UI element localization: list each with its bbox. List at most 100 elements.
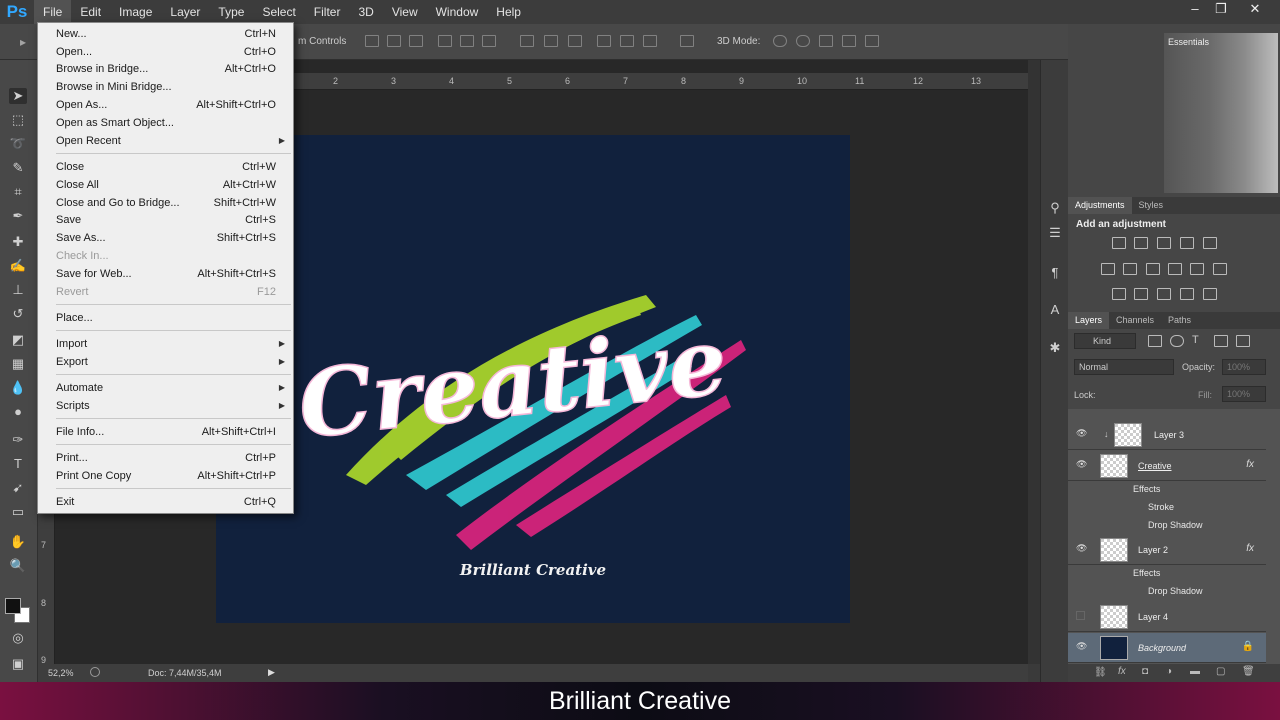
3d-slide-icon[interactable]: [842, 35, 856, 47]
channel-mixer-icon[interactable]: [1190, 263, 1204, 275]
type-tool-icon[interactable]: T: [9, 456, 27, 472]
menu-item-export[interactable]: Export ▶: [38, 353, 293, 371]
visibility-eye-icon[interactable]: 👁: [1076, 429, 1087, 438]
canvas-vertical-scrollbar[interactable]: [1028, 60, 1040, 664]
paragraph-panel-icon[interactable]: ¶: [1046, 265, 1064, 281]
move-tool-preset-icon[interactable]: ▸: [20, 35, 34, 49]
crop-tool-icon[interactable]: ⌗: [9, 184, 27, 200]
menu-item-import[interactable]: Import ▶: [38, 335, 293, 353]
tab-layers[interactable]: Layers: [1068, 312, 1110, 329]
marquee-tool-icon[interactable]: ⬚: [9, 112, 27, 128]
menu-window[interactable]: Window: [427, 0, 488, 24]
distribute-left-icon[interactable]: [597, 35, 611, 47]
blend-mode-select[interactable]: Normal: [1074, 359, 1174, 375]
delete-layer-icon[interactable]: 🗑: [1242, 666, 1255, 677]
layer-effects-badge[interactable]: fx: [1246, 543, 1254, 554]
menu-item-close-go-bridge[interactable]: Close and Go to Bridge... Shift+Ctrl+W: [38, 194, 293, 212]
layer-row-selected[interactable]: 👁 Background 🔒: [1068, 633, 1266, 663]
menu-item-place[interactable]: Place...: [38, 309, 293, 327]
add-style-icon[interactable]: fx: [1118, 666, 1126, 677]
layer-row[interactable]: 👁 ↓ Layer 3: [1068, 420, 1266, 450]
menu-item-automate[interactable]: Automate ▶: [38, 379, 293, 397]
add-mask-icon[interactable]: ◘: [1142, 666, 1148, 677]
filter-type-icon[interactable]: T: [1192, 335, 1206, 347]
photo-filter-icon[interactable]: [1168, 263, 1182, 275]
layer-row[interactable]: 👁 Layer 2 fx: [1068, 535, 1266, 565]
menu-item-scripts[interactable]: Scripts ▶: [38, 397, 293, 415]
new-layer-icon[interactable]: ▢: [1216, 666, 1225, 677]
new-adjustment-icon[interactable]: ◑: [1166, 666, 1172, 677]
layer-name[interactable]: Background: [1138, 643, 1186, 653]
menu-item-browse-mini-bridge[interactable]: Browse in Mini Bridge...: [38, 78, 293, 96]
visibility-toggle-empty[interactable]: [1076, 611, 1085, 620]
tab-styles[interactable]: Styles: [1132, 197, 1171, 214]
menu-edit[interactable]: Edit: [71, 0, 110, 24]
layer-name[interactable]: Layer 4: [1138, 612, 1168, 622]
hand-tool-icon[interactable]: ✋: [9, 534, 27, 550]
align-top-icon[interactable]: [365, 35, 379, 47]
exposure-icon[interactable]: [1180, 237, 1194, 249]
threshold-icon[interactable]: [1157, 288, 1171, 300]
3d-rotate-icon[interactable]: [773, 35, 787, 47]
3d-scale-icon[interactable]: [865, 35, 879, 47]
tab-paths[interactable]: Paths: [1161, 312, 1198, 329]
menu-item-new[interactable]: New... Ctrl+N: [38, 25, 293, 43]
foreground-color-swatch[interactable]: [5, 598, 21, 614]
menu-item-exit[interactable]: Exit Ctrl+Q: [38, 493, 293, 511]
menu-item-open-as[interactable]: Open As... Alt+Shift+Ctrl+O: [38, 96, 293, 114]
menu-type[interactable]: Type: [209, 0, 253, 24]
menu-item-print[interactable]: Print... Ctrl+P: [38, 449, 293, 467]
brightness-contrast-icon[interactable]: [1112, 237, 1126, 249]
menu-3d[interactable]: 3D: [349, 0, 382, 24]
path-selection-tool-icon[interactable]: ➹: [9, 480, 27, 496]
zoom-level[interactable]: 52,2%: [48, 668, 74, 678]
menu-item-open-recent[interactable]: Open Recent ▶: [38, 132, 293, 150]
status-info-icon[interactable]: [90, 667, 100, 677]
align-bottom-icon[interactable]: [409, 35, 423, 47]
effect-drop-shadow[interactable]: Drop Shadow: [1148, 520, 1203, 530]
distribute-hcenter-icon[interactable]: [620, 35, 634, 47]
dodge-tool-icon[interactable]: ●: [9, 404, 27, 420]
history-brush-tool-icon[interactable]: ↺: [9, 306, 27, 322]
menu-image[interactable]: Image: [110, 0, 161, 24]
align-vcenter-icon[interactable]: [387, 35, 401, 47]
menu-help[interactable]: Help: [487, 0, 530, 24]
new-group-icon[interactable]: ▬: [1190, 666, 1200, 677]
align-hcenter-icon[interactable]: [460, 35, 474, 47]
character-panel-icon[interactable]: A: [1046, 302, 1064, 318]
menu-filter[interactable]: Filter: [305, 0, 350, 24]
quick-select-tool-icon[interactable]: ✎: [9, 160, 27, 176]
menu-layer[interactable]: Layer: [161, 0, 209, 24]
effect-drop-shadow[interactable]: Drop Shadow: [1148, 586, 1203, 596]
distribute-right-icon[interactable]: [643, 35, 657, 47]
tab-channels[interactable]: Channels: [1109, 312, 1161, 329]
distribute-vcenter-icon[interactable]: [544, 35, 558, 47]
filter-smart-object-icon[interactable]: [1236, 335, 1250, 347]
distribute-bottom-icon[interactable]: [568, 35, 582, 47]
color-balance-icon[interactable]: [1123, 263, 1137, 275]
menu-view[interactable]: View: [383, 0, 427, 24]
curves-icon[interactable]: [1157, 237, 1171, 249]
visibility-eye-icon[interactable]: 👁: [1076, 642, 1087, 651]
layer-name[interactable]: Creative: [1138, 461, 1172, 471]
selective-color-icon[interactable]: [1203, 288, 1217, 300]
menu-item-open[interactable]: Open... Ctrl+O: [38, 43, 293, 61]
3d-pan-icon[interactable]: [819, 35, 833, 47]
status-menu-arrow-icon[interactable]: ▶: [268, 667, 275, 678]
quick-mask-icon[interactable]: ◎: [9, 630, 27, 646]
filter-adjustment-icon[interactable]: [1170, 335, 1184, 347]
layer-effects-badge[interactable]: fx: [1246, 459, 1254, 470]
transform-controls-label[interactable]: m Controls: [298, 36, 346, 47]
menu-item-browse-bridge[interactable]: Browse in Bridge... Alt+Ctrl+O: [38, 60, 293, 78]
layer-row[interactable]: 👁 Creative fx: [1068, 451, 1266, 481]
eraser-tool-icon[interactable]: ◩: [9, 332, 27, 348]
invert-icon[interactable]: [1112, 288, 1126, 300]
layer-row[interactable]: Layer 4: [1068, 602, 1266, 632]
menu-file[interactable]: File: [34, 0, 72, 24]
fill-field[interactable]: 100%: [1222, 386, 1266, 402]
clone-stamp-tool-icon[interactable]: ⊥: [9, 282, 27, 298]
eyedropper-tool-icon[interactable]: ✒: [9, 208, 27, 224]
close-window-button[interactable]: ✕: [1240, 0, 1270, 20]
posterize-icon[interactable]: [1134, 288, 1148, 300]
rectangle-tool-icon[interactable]: ▭: [9, 504, 27, 520]
